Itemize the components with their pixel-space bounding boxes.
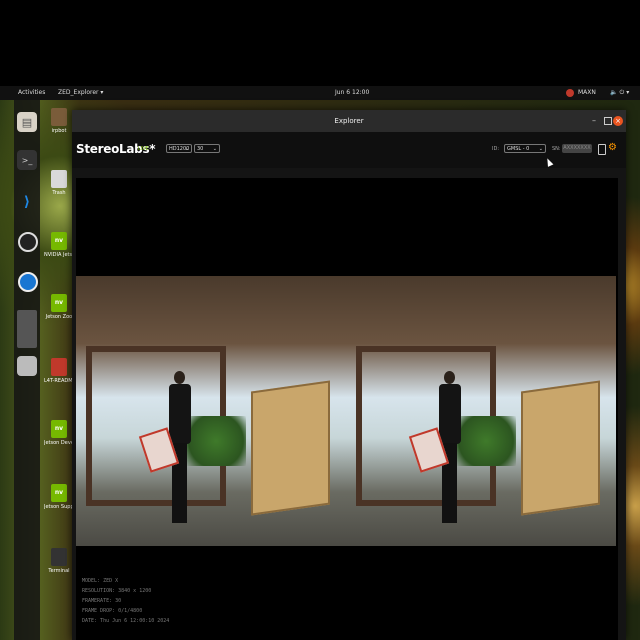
nvidia-icon[interactable] bbox=[566, 89, 574, 97]
drive-icon[interactable] bbox=[17, 356, 37, 376]
power-mode-label[interactable]: MAXN bbox=[578, 89, 596, 96]
notice-board bbox=[251, 380, 330, 516]
serial-number-field: AXXXXXXX bbox=[562, 144, 592, 153]
minimize-icon[interactable]: – bbox=[592, 115, 596, 127]
trash-icon bbox=[51, 170, 67, 188]
camera-metadata: MODEL: ZED X RESOLUTION: 3840 x 1200 FRA… bbox=[82, 576, 169, 626]
nvidia-icon: nv bbox=[51, 294, 67, 312]
meta-date: DATE: Thu Jun 6 12:00:10 2024 bbox=[82, 618, 170, 624]
desktop-icon-community[interactable]: nv NVIDIA Jetson Community P bbox=[44, 232, 74, 258]
app-toolbar: StereoLabs* LIVE HD1200 ⌄ 30 ⌄ ID: GMSL … bbox=[72, 132, 626, 168]
nvidia-icon: nv bbox=[51, 420, 67, 438]
sn-label: SN: bbox=[552, 146, 561, 152]
desktop-icon-support-forums[interactable]: nv Jetson Support Forums bbox=[44, 484, 74, 510]
desktop-icon-terminal[interactable]: Terminal bbox=[44, 548, 74, 574]
obs-icon[interactable] bbox=[18, 232, 38, 252]
system-menu-icons[interactable]: 🔈⏻▾ bbox=[610, 89, 631, 97]
record-icon[interactable] bbox=[598, 144, 606, 155]
app-menu[interactable]: ZED_Explorer ▾ bbox=[58, 89, 103, 96]
notice-board bbox=[521, 380, 600, 516]
id-label: ID: bbox=[492, 146, 500, 152]
person-head bbox=[174, 371, 185, 384]
chromium-icon[interactable] bbox=[18, 272, 38, 292]
meta-frame-drop: FRAME DROP: 0/1/4800 bbox=[82, 608, 143, 614]
device-select[interactable]: GMSL - 0 ⌄ bbox=[504, 144, 546, 153]
resolution-select[interactable]: HD1200 ⌄ bbox=[166, 144, 192, 153]
person-body bbox=[169, 384, 191, 444]
zed-explorer-dock-icon[interactable] bbox=[17, 310, 37, 348]
desktop-icon-jetson-zoo[interactable]: nv Jetson Zoo bbox=[44, 294, 74, 320]
video-viewport: MODEL: ZED X RESOLUTION: 3840 x 1200 FRA… bbox=[76, 178, 618, 640]
chevron-down-icon: ⌄ bbox=[212, 146, 217, 152]
window-titlebar[interactable]: Explorer – × bbox=[72, 110, 626, 132]
left-camera-image bbox=[76, 276, 346, 546]
desktop-icon-trash[interactable]: Trash bbox=[44, 170, 74, 196]
maximize-icon[interactable] bbox=[604, 117, 612, 125]
nvidia-icon: nv bbox=[51, 484, 67, 502]
files-icon[interactable]: ▤ bbox=[17, 112, 37, 132]
device-value: GMSL - 0 bbox=[507, 146, 530, 152]
person-body bbox=[439, 384, 461, 444]
dock: ▤ >_ ⟩ bbox=[14, 100, 40, 640]
folder-icon bbox=[51, 108, 67, 126]
right-camera-image bbox=[346, 276, 616, 546]
explorer-window: Explorer – × StereoLabs* LIVE HD1200 ⌄ 3… bbox=[72, 110, 626, 640]
drive-icon bbox=[51, 358, 67, 376]
person-head bbox=[444, 371, 455, 384]
trees bbox=[186, 416, 246, 466]
person bbox=[408, 371, 462, 531]
desktop-icon-developer-zone[interactable]: nv Jetson Developer Z bbox=[44, 420, 74, 446]
meta-model: MODEL: ZED X bbox=[82, 578, 119, 584]
chevron-down-icon: ⌄ bbox=[538, 146, 543, 152]
desktop-icon-home[interactable]: irpbot bbox=[44, 108, 74, 134]
chevron-down-icon: ⌄ bbox=[184, 146, 189, 152]
nvidia-icon: nv bbox=[51, 232, 67, 250]
close-icon[interactable]: × bbox=[613, 116, 623, 126]
person bbox=[138, 371, 192, 531]
gear-icon[interactable]: ⚙ bbox=[608, 142, 617, 154]
fps-value: 30 bbox=[197, 146, 204, 152]
clock[interactable]: Jun 6 12:00 bbox=[335, 89, 369, 96]
activities-button[interactable]: Activities bbox=[18, 89, 45, 96]
meta-resolution: RESOLUTION: 3840 x 1200 bbox=[82, 588, 152, 594]
fps-select[interactable]: 30 ⌄ bbox=[194, 144, 220, 153]
desktop-icon-readme[interactable]: L4T-README bbox=[44, 358, 74, 384]
terminal-icon bbox=[51, 548, 67, 566]
terminal-icon[interactable]: >_ bbox=[17, 150, 37, 170]
vscode-icon[interactable]: ⟩ bbox=[17, 192, 37, 212]
live-indicator: LIVE bbox=[138, 146, 149, 152]
meta-framerate: FRAMERATE: 30 bbox=[82, 598, 122, 604]
top-bar: Activities ZED_Explorer ▾ Jun 6 12:00 MA… bbox=[0, 86, 640, 100]
window-title: Explorer bbox=[334, 117, 364, 125]
trees bbox=[456, 416, 516, 466]
